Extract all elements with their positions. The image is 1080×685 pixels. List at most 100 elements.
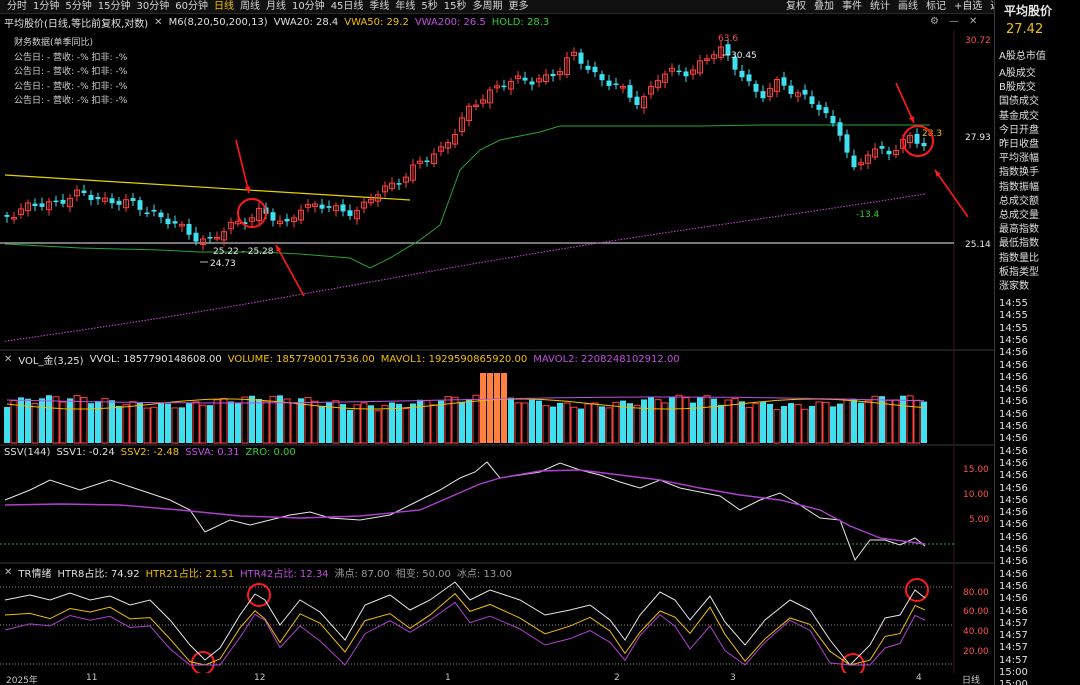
volume-bar	[466, 398, 472, 443]
candle-down	[326, 206, 332, 208]
volume-bar	[494, 373, 500, 443]
candle-down	[886, 150, 892, 155]
date-axis-label: 2025年	[6, 676, 38, 685]
volume-bar	[451, 396, 459, 444]
high-price-label: 30.45	[731, 51, 757, 61]
volume-bar	[633, 404, 641, 444]
volume-bar	[627, 403, 633, 443]
volume-bar	[116, 405, 122, 443]
volume-bar	[906, 395, 914, 444]
date-axis-label: 2	[614, 673, 620, 683]
trade-time: 14:56	[999, 519, 1028, 531]
candle-down	[830, 115, 836, 124]
vvol-value: VVOL: 1857790148608.00	[89, 353, 222, 365]
volume-bar	[584, 403, 592, 444]
volume-bar	[129, 401, 137, 444]
volume-bar	[213, 399, 221, 444]
volume-bar	[235, 402, 241, 443]
htr21-value: HTR21占比: 21.51	[145, 568, 235, 580]
trade-time: 14:56	[999, 396, 1028, 408]
ssv-name[interactable]: SSV(144)	[4, 447, 50, 458]
volume-bar	[31, 403, 39, 444]
ice-value: 冰点: 13.00	[456, 568, 513, 580]
candle-down	[599, 74, 605, 81]
trade-time: 14:56	[999, 421, 1028, 432]
volume-bar	[794, 403, 802, 444]
volume-bar	[340, 404, 346, 443]
candle-down	[95, 196, 101, 200]
volume-bar	[822, 401, 830, 444]
ssva-value: SSVA: 0.31	[185, 446, 240, 458]
volume-bar	[605, 407, 613, 444]
quote-field-label: 基金成交	[999, 110, 1039, 122]
candle-down	[4, 215, 10, 217]
volume-name[interactable]: VOL_金(3,25)	[18, 352, 83, 367]
price-axis-label: 30.72	[965, 36, 991, 46]
candle-down	[109, 198, 115, 204]
close-icon[interactable]: ✕	[4, 567, 12, 578]
ssv-axis-label: 15.00	[963, 465, 989, 475]
volume-bar	[290, 402, 298, 444]
volume-bar	[788, 403, 794, 443]
volume-bar	[430, 404, 438, 444]
candle-down	[88, 194, 94, 200]
volume-bar	[298, 398, 304, 443]
volume-value: VOLUME: 1857790017536.00	[227, 353, 375, 365]
close-icon[interactable]: ✕	[4, 354, 12, 365]
volume-bar	[521, 402, 529, 444]
volume-bar	[158, 403, 164, 443]
volume-bar	[781, 406, 787, 443]
trade-time: 14:56	[999, 482, 1028, 494]
volume-bar	[109, 400, 115, 443]
candle-down	[823, 107, 829, 114]
candle-down	[81, 190, 87, 193]
candle-down	[760, 91, 766, 99]
volume-bar	[368, 405, 374, 443]
volume-bar	[703, 395, 711, 444]
stock-name: 平均股价	[1004, 4, 1053, 18]
trade-time: 14:56	[999, 507, 1028, 519]
candle-down	[837, 122, 843, 136]
volume-bar	[542, 405, 550, 444]
volume-bar	[220, 397, 228, 444]
period-label[interactable]: 日线	[962, 673, 980, 685]
candle-down	[396, 183, 402, 185]
ssv1-value: SSV1: -0.24	[56, 446, 115, 458]
hot-value: 沸点: 87.00	[334, 568, 390, 580]
ssv-info-line: SSV(144) SSV1: -0.24 SSV2: -2.48 SSVA: 0…	[4, 446, 302, 458]
candle-down	[844, 134, 850, 153]
trade-time: 14:55	[999, 298, 1028, 309]
vwa200-line	[4, 193, 926, 342]
volume-bar	[319, 406, 325, 443]
quote-section-title: A股总市值	[999, 51, 1046, 62]
volume-bar	[52, 396, 60, 444]
candle-down	[683, 71, 689, 77]
date-axis-label: 4	[916, 673, 922, 683]
trade-time: 14:57	[999, 654, 1028, 666]
date-axis-label: 11	[86, 673, 98, 683]
volume-bar	[381, 404, 389, 444]
candle-down	[921, 142, 927, 147]
price-axis-label: 25.14	[965, 240, 991, 250]
mavol2-value: MAVOL2: 2208248102912.00	[533, 353, 680, 365]
candle-down	[53, 200, 59, 203]
volume-bar	[837, 403, 843, 443]
candle-down	[879, 146, 885, 149]
volume-bar	[402, 408, 410, 444]
volume-bar	[101, 397, 109, 444]
volume-panel[interactable]	[4, 373, 927, 444]
candle-down	[501, 85, 507, 88]
tr-name[interactable]: TR情绪	[18, 565, 51, 580]
candle-down	[914, 133, 920, 144]
volume-bar	[858, 402, 864, 443]
trade-time: 14:56	[999, 334, 1028, 346]
ssv-panel[interactable]	[0, 461, 954, 562]
tr-panel[interactable]	[0, 581, 954, 666]
date-axis-label: 1	[445, 673, 451, 683]
volume-bar	[269, 395, 277, 444]
range-label: 25.22 - 25.28	[213, 247, 274, 257]
trade-time: 14:56	[999, 359, 1028, 371]
annotation-arrow	[275, 244, 305, 297]
volume-bar	[311, 400, 319, 444]
tr-axis-label: 80.00	[963, 588, 989, 598]
